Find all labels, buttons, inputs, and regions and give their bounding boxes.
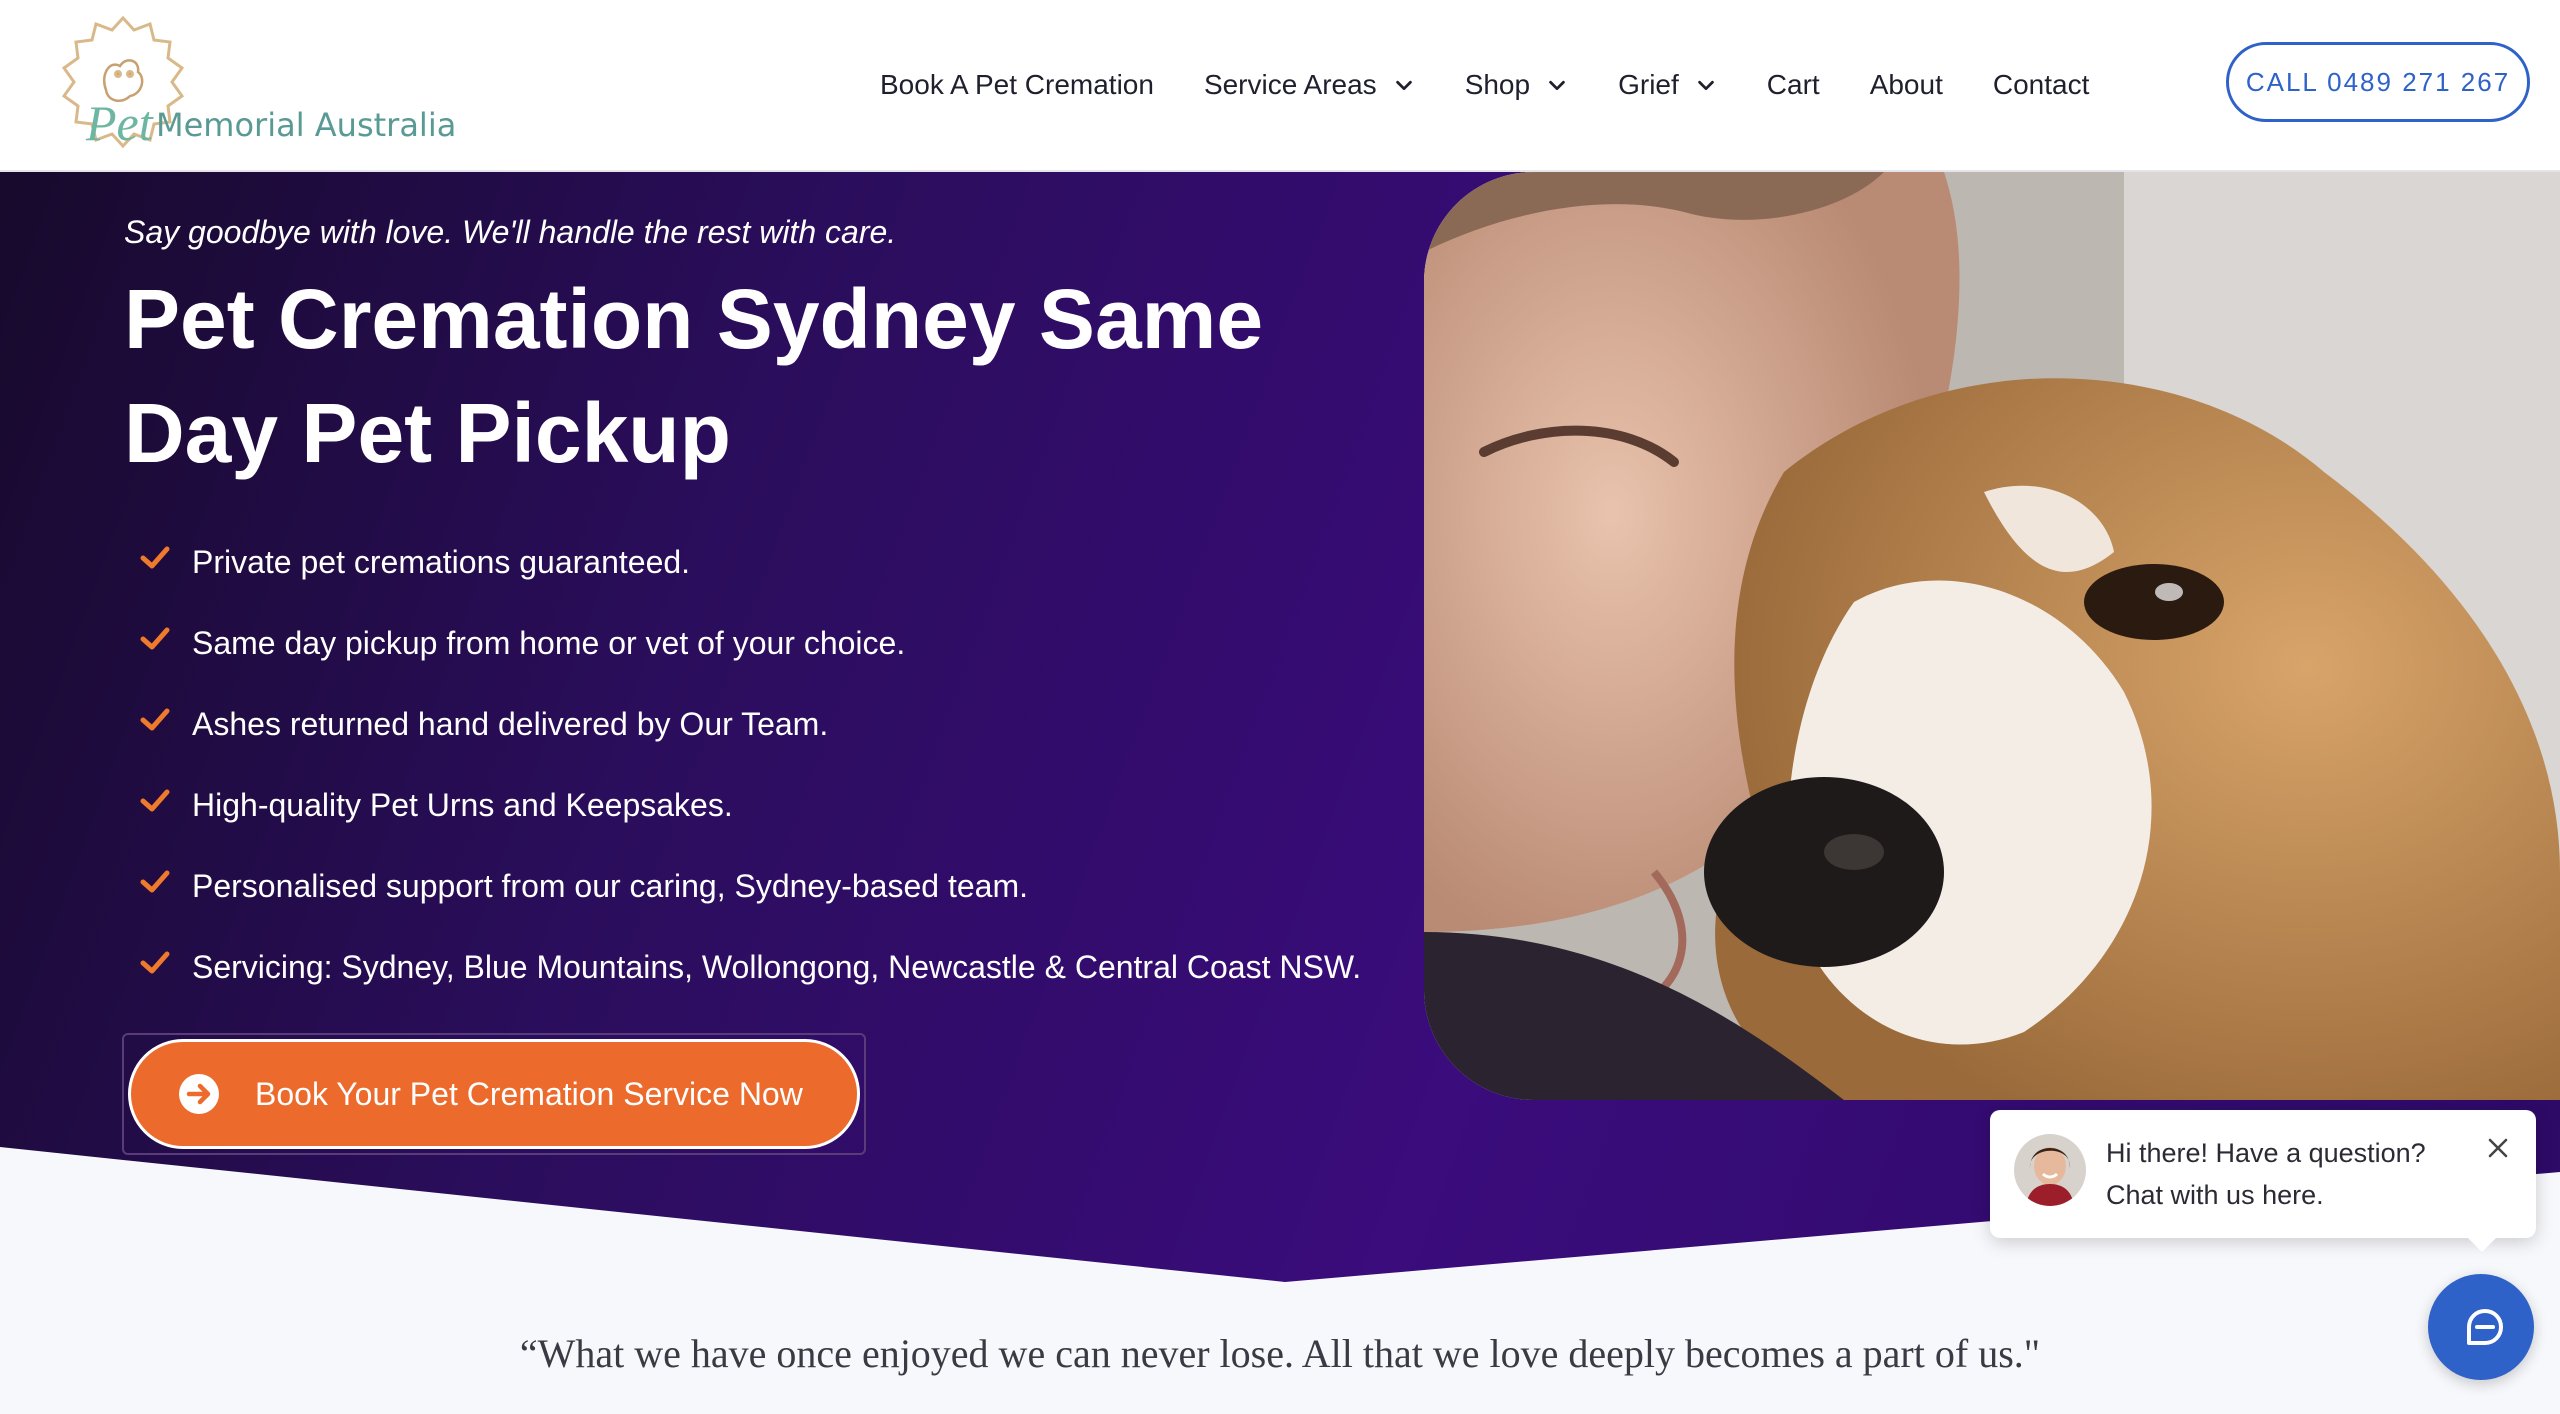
feature-text: Private pet cremations guaranteed.: [192, 544, 691, 580]
nav-item-label: Shop: [1464, 69, 1531, 100]
check-icon: [140, 870, 170, 892]
nav-about[interactable]: About: [1870, 69, 1943, 101]
hero-photo-illustration: [1424, 172, 2560, 1100]
hero-photo-woman-with-dog: [1424, 172, 2560, 1100]
close-icon[interactable]: [2486, 1136, 2510, 1160]
check-icon: [140, 951, 170, 973]
feature-item: Ashes returned hand delivered by Our Tea…: [140, 684, 1361, 765]
nav-contact[interactable]: Contact: [1993, 69, 2090, 101]
feature-item: Personalised support from our caring, Sy…: [140, 846, 1361, 927]
nav-book-a-pet-cremation[interactable]: Book A Pet Cremation: [880, 69, 1154, 101]
chat-message: Hi there! Have a question? Chat with us …: [2106, 1132, 2466, 1216]
main-nav: Book A Pet Cremation Service Areas Shop …: [880, 0, 2089, 170]
nav-item-label: Contact: [1992, 69, 2090, 100]
nav-item-label: Grief: [1618, 69, 1679, 100]
chat-line-2: Chat with us here.: [2106, 1180, 2324, 1210]
nav-service-areas[interactable]: Service Areas: [1204, 69, 1415, 101]
call-button[interactable]: CALL 0489 271 267: [2226, 42, 2530, 122]
chat-launcher-button[interactable]: [2428, 1274, 2534, 1380]
hero-title: Pet Cremation Sydney Same Day Pet Pickup: [124, 272, 1264, 480]
feature-item: Same day pickup from home or vet of your…: [140, 603, 1361, 684]
check-icon: [140, 627, 170, 649]
site-logo[interactable]: Pet Memorial Australia: [48, 12, 468, 152]
check-icon: [140, 546, 170, 568]
chat-icon: [2467, 1309, 2503, 1345]
feature-list: Private pet cremations guaranteed. Same …: [140, 522, 1361, 1008]
book-cremation-button[interactable]: Book Your Pet Cremation Service Now: [128, 1039, 860, 1149]
check-icon: [140, 789, 170, 811]
chevron-down-icon: [1549, 80, 1565, 91]
logo-word: Pet: [86, 95, 153, 151]
chat-line-1: Hi there! Have a question?: [2106, 1138, 2426, 1168]
feature-text: Same day pickup from home or vet of your…: [192, 625, 906, 661]
site-header: Pet Memorial Australia Book A Pet Cremat…: [0, 0, 2560, 172]
chevron-down-icon: [1395, 80, 1412, 91]
feature-text: Servicing: Sydney, Blue Mountains, Wollo…: [192, 949, 1362, 985]
feature-item: High-quality Pet Urns and Keepsakes.: [140, 765, 1361, 846]
cta-label: Book Your Pet Cremation Service Now: [255, 1075, 803, 1112]
nav-grief[interactable]: Grief: [1618, 69, 1717, 101]
avatar: [2014, 1134, 2086, 1206]
check-icon: [140, 708, 170, 730]
feature-text: Personalised support from our caring, Sy…: [192, 868, 1028, 904]
nav-cart[interactable]: Cart: [1767, 69, 1820, 101]
feature-text: Ashes returned hand delivered by Our Tea…: [192, 706, 829, 742]
chat-popup[interactable]: Hi there! Have a question? Chat with us …: [1990, 1110, 2536, 1252]
quote-text: “What we have once enjoyed we can never …: [519, 1331, 2041, 1376]
feature-item: Servicing: Sydney, Blue Mountains, Wollo…: [140, 927, 1361, 1008]
nav-item-label: About: [1869, 69, 1943, 100]
logo-text: Memorial Australia: [156, 106, 457, 144]
nav-item-label: Cart: [1766, 69, 1820, 100]
hero-tagline: Say goodbye with love. We'll handle the …: [124, 214, 897, 250]
feature-item: Private pet cremations guaranteed.: [140, 522, 1361, 603]
nav-item-label: Book A Pet Cremation: [880, 69, 1154, 100]
feature-text: High-quality Pet Urns and Keepsakes.: [192, 787, 733, 823]
nav-shop[interactable]: Shop: [1465, 69, 1568, 101]
chevron-down-icon: [1697, 80, 1714, 91]
nav-item-label: Service Areas: [1203, 69, 1377, 100]
arrow-circle-icon: [179, 1074, 219, 1114]
